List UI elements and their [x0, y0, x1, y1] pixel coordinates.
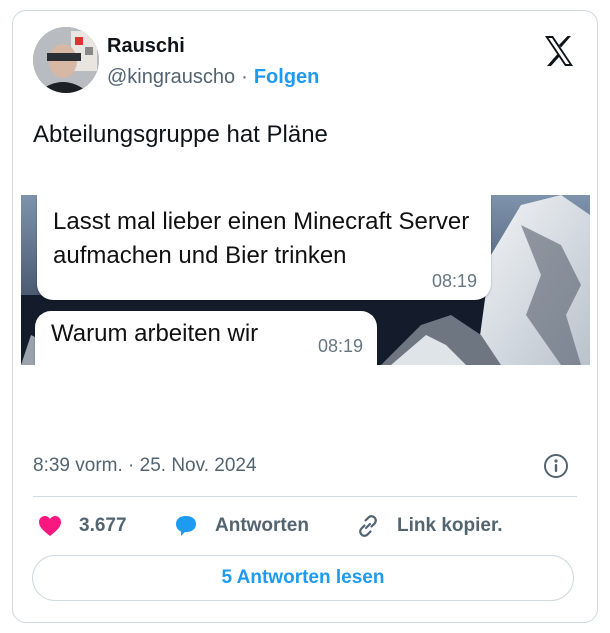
author-name[interactable]: Rauschi [107, 35, 185, 58]
copy-link-button[interactable]: Link kopier. [355, 511, 503, 541]
chat-message-time: 08:19 [317, 336, 363, 356]
separator-dot: · [241, 66, 248, 88]
link-icon [359, 515, 377, 537]
info-icon[interactable] [543, 453, 569, 479]
heart-icon [39, 516, 61, 536]
read-replies-button[interactable]: 5 Antworten lesen [32, 555, 574, 601]
copy-link-label: Link kopier. [397, 515, 503, 536]
reply-button[interactable]: Antworten [173, 511, 309, 541]
chat-message-text: Lasst mal lieber einen Minecraft Server … [53, 208, 470, 269]
avatar-image [33, 27, 99, 93]
divider [33, 496, 577, 497]
chat-bubble-2: Warum arbeiten wir 08:19 [35, 311, 377, 365]
tweet-media[interactable]: Lasst mal lieber einen Minecraft Server … [21, 195, 590, 365]
reply-label: Antworten [215, 515, 309, 536]
follow-button[interactable]: Folgen [254, 66, 320, 88]
like-count: 3.677 [79, 515, 127, 536]
chat-message-text: Warum arbeiten wir [51, 320, 259, 347]
tweet-text: Abteilungsgruppe hat Pläne [33, 121, 328, 148]
x-logo-icon[interactable] [541, 33, 577, 69]
author-line: @kingrauscho · Folgen [107, 66, 319, 89]
chat-message-time: 08:19 [431, 271, 477, 291]
chat-bubble-1: Lasst mal lieber einen Minecraft Server … [37, 195, 491, 300]
speech-bubble-icon [176, 516, 196, 536]
tweet-timestamp[interactable]: 8:39 vorm. · 25. Nov. 2024 [33, 455, 257, 477]
like-button[interactable]: 3.677 [37, 511, 127, 541]
tweet-card: Rauschi @kingrauscho · Folgen Abteilungsgr… [12, 10, 598, 623]
avatar[interactable] [33, 27, 99, 93]
author-handle[interactable]: @kingrauscho [107, 66, 235, 88]
